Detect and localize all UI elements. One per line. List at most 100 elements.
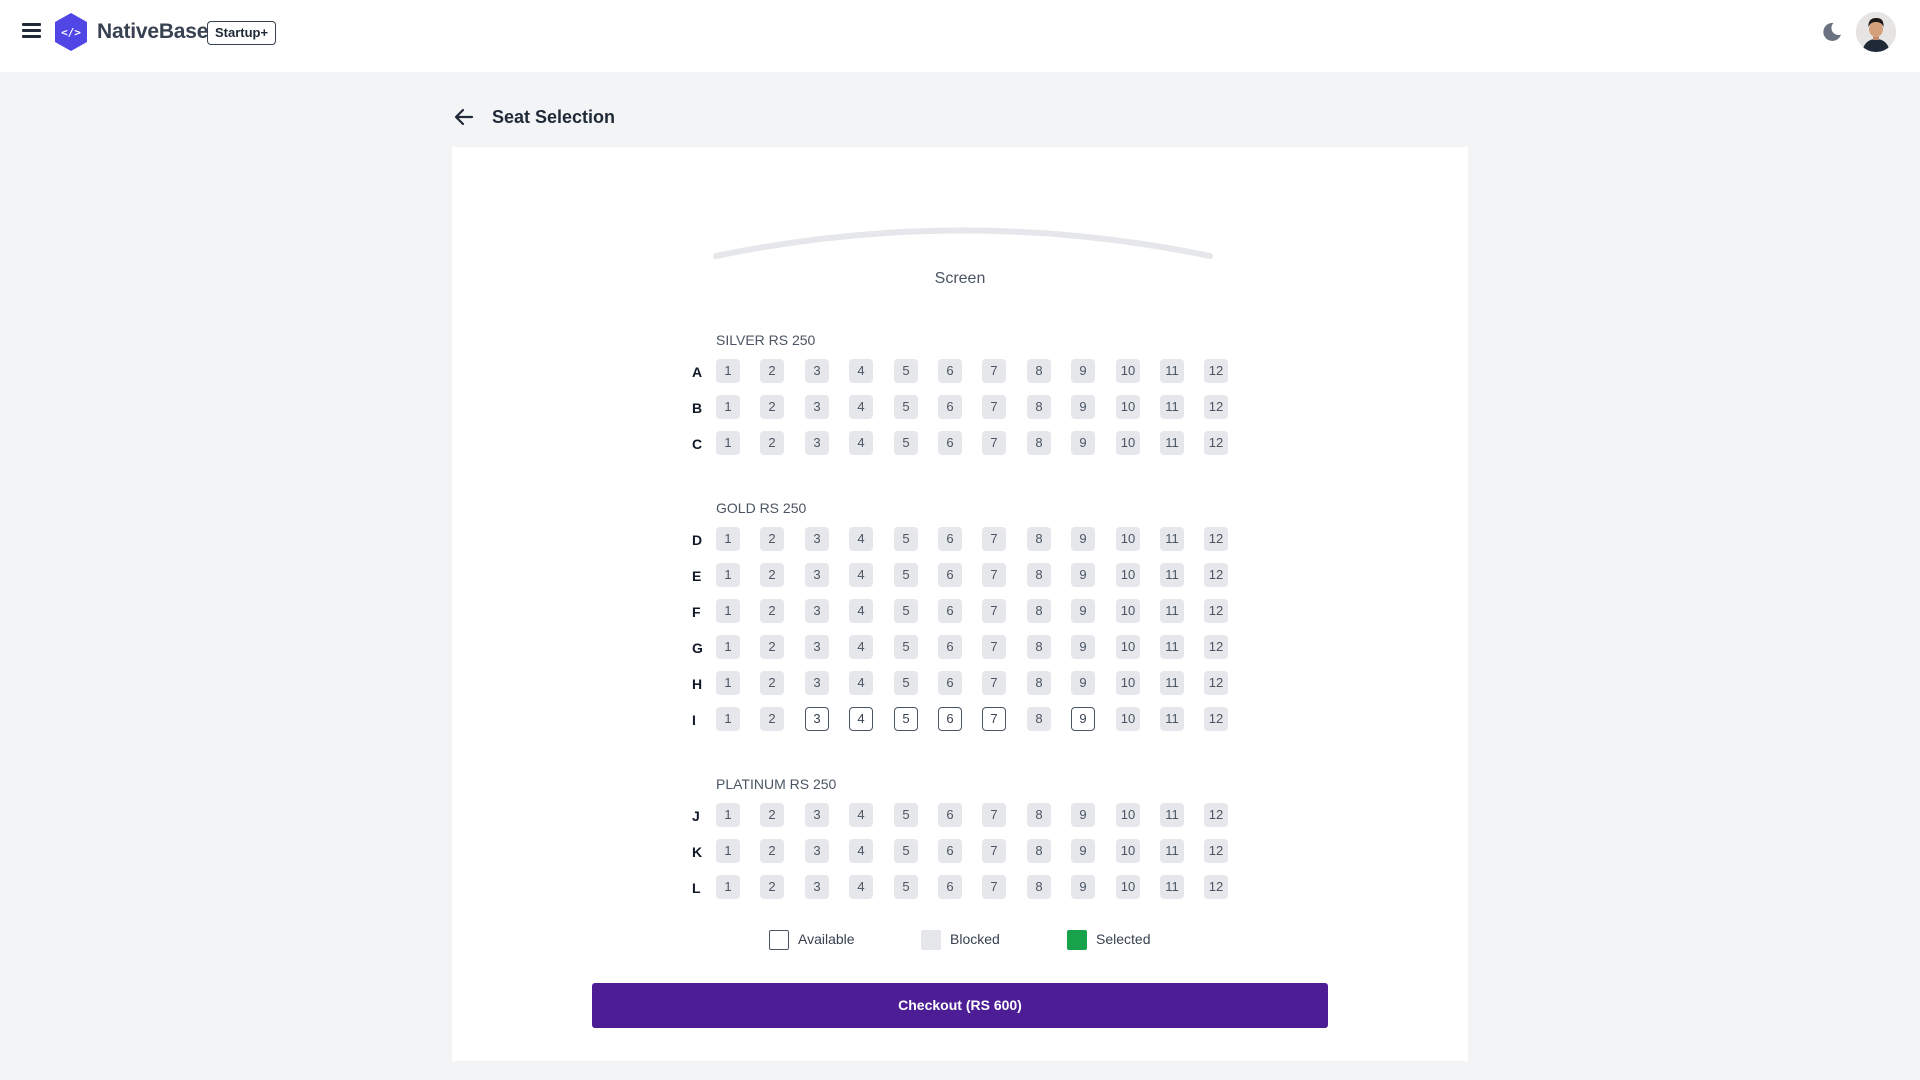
seat-k5[interactable]: 5 — [894, 839, 918, 863]
seat-l4[interactable]: 4 — [849, 875, 873, 899]
seat-l8[interactable]: 8 — [1027, 875, 1051, 899]
seat-l1[interactable]: 1 — [716, 875, 740, 899]
seat-h8[interactable]: 8 — [1027, 671, 1051, 695]
seat-h11[interactable]: 11 — [1160, 671, 1184, 695]
seat-d7[interactable]: 7 — [982, 527, 1006, 551]
seat-i7[interactable]: 7 — [982, 707, 1006, 731]
seat-h2[interactable]: 2 — [760, 671, 784, 695]
back-arrow-icon[interactable] — [452, 105, 476, 129]
seat-b3[interactable]: 3 — [805, 395, 829, 419]
seat-b1[interactable]: 1 — [716, 395, 740, 419]
seat-f5[interactable]: 5 — [894, 599, 918, 623]
seat-e3[interactable]: 3 — [805, 563, 829, 587]
seat-c10[interactable]: 10 — [1116, 431, 1140, 455]
seat-a12[interactable]: 12 — [1204, 359, 1228, 383]
seat-j9[interactable]: 9 — [1071, 803, 1095, 827]
seat-i1[interactable]: 1 — [716, 707, 740, 731]
seat-j7[interactable]: 7 — [982, 803, 1006, 827]
seat-h4[interactable]: 4 — [849, 671, 873, 695]
seat-l11[interactable]: 11 — [1160, 875, 1184, 899]
seat-l6[interactable]: 6 — [938, 875, 962, 899]
seat-a9[interactable]: 9 — [1071, 359, 1095, 383]
seat-a2[interactable]: 2 — [760, 359, 784, 383]
seat-c7[interactable]: 7 — [982, 431, 1006, 455]
seat-k1[interactable]: 1 — [716, 839, 740, 863]
seat-d12[interactable]: 12 — [1204, 527, 1228, 551]
seat-e4[interactable]: 4 — [849, 563, 873, 587]
seat-l5[interactable]: 5 — [894, 875, 918, 899]
seat-j2[interactable]: 2 — [760, 803, 784, 827]
seat-d9[interactable]: 9 — [1071, 527, 1095, 551]
seat-a11[interactable]: 11 — [1160, 359, 1184, 383]
seat-c12[interactable]: 12 — [1204, 431, 1228, 455]
seat-f4[interactable]: 4 — [849, 599, 873, 623]
user-avatar[interactable] — [1856, 12, 1896, 52]
seat-g3[interactable]: 3 — [805, 635, 829, 659]
seat-j8[interactable]: 8 — [1027, 803, 1051, 827]
seat-b5[interactable]: 5 — [894, 395, 918, 419]
seat-l9[interactable]: 9 — [1071, 875, 1095, 899]
seat-f10[interactable]: 10 — [1116, 599, 1140, 623]
seat-e6[interactable]: 6 — [938, 563, 962, 587]
seat-b9[interactable]: 9 — [1071, 395, 1095, 419]
moon-icon[interactable] — [1820, 20, 1844, 44]
seat-j10[interactable]: 10 — [1116, 803, 1140, 827]
seat-c2[interactable]: 2 — [760, 431, 784, 455]
seat-i10[interactable]: 10 — [1116, 707, 1140, 731]
seat-g6[interactable]: 6 — [938, 635, 962, 659]
seat-f12[interactable]: 12 — [1204, 599, 1228, 623]
seat-l10[interactable]: 10 — [1116, 875, 1140, 899]
seat-e11[interactable]: 11 — [1160, 563, 1184, 587]
seat-c9[interactable]: 9 — [1071, 431, 1095, 455]
seat-d1[interactable]: 1 — [716, 527, 740, 551]
seat-k3[interactable]: 3 — [805, 839, 829, 863]
seat-j3[interactable]: 3 — [805, 803, 829, 827]
seat-i3[interactable]: 3 — [805, 707, 829, 731]
seat-k2[interactable]: 2 — [760, 839, 784, 863]
seat-j5[interactable]: 5 — [894, 803, 918, 827]
seat-i5[interactable]: 5 — [894, 707, 918, 731]
seat-l3[interactable]: 3 — [805, 875, 829, 899]
seat-e7[interactable]: 7 — [982, 563, 1006, 587]
seat-j11[interactable]: 11 — [1160, 803, 1184, 827]
seat-k10[interactable]: 10 — [1116, 839, 1140, 863]
seat-d3[interactable]: 3 — [805, 527, 829, 551]
seat-d6[interactable]: 6 — [938, 527, 962, 551]
seat-i12[interactable]: 12 — [1204, 707, 1228, 731]
seat-f2[interactable]: 2 — [760, 599, 784, 623]
seat-g11[interactable]: 11 — [1160, 635, 1184, 659]
seat-h6[interactable]: 6 — [938, 671, 962, 695]
seat-e12[interactable]: 12 — [1204, 563, 1228, 587]
seat-l7[interactable]: 7 — [982, 875, 1006, 899]
seat-d8[interactable]: 8 — [1027, 527, 1051, 551]
seat-i9[interactable]: 9 — [1071, 707, 1095, 731]
seat-b6[interactable]: 6 — [938, 395, 962, 419]
seat-k6[interactable]: 6 — [938, 839, 962, 863]
seat-c8[interactable]: 8 — [1027, 431, 1051, 455]
seat-e9[interactable]: 9 — [1071, 563, 1095, 587]
seat-l2[interactable]: 2 — [760, 875, 784, 899]
seat-h9[interactable]: 9 — [1071, 671, 1095, 695]
seat-a7[interactable]: 7 — [982, 359, 1006, 383]
checkout-button[interactable]: Checkout (RS 600) — [592, 983, 1328, 1028]
seat-j12[interactable]: 12 — [1204, 803, 1228, 827]
seat-a8[interactable]: 8 — [1027, 359, 1051, 383]
seat-h1[interactable]: 1 — [716, 671, 740, 695]
seat-g4[interactable]: 4 — [849, 635, 873, 659]
seat-b12[interactable]: 12 — [1204, 395, 1228, 419]
seat-j1[interactable]: 1 — [716, 803, 740, 827]
seat-b2[interactable]: 2 — [760, 395, 784, 419]
seat-e2[interactable]: 2 — [760, 563, 784, 587]
seat-i6[interactable]: 6 — [938, 707, 962, 731]
seat-l12[interactable]: 12 — [1204, 875, 1228, 899]
seat-g5[interactable]: 5 — [894, 635, 918, 659]
seat-k9[interactable]: 9 — [1071, 839, 1095, 863]
seat-h5[interactable]: 5 — [894, 671, 918, 695]
seat-g12[interactable]: 12 — [1204, 635, 1228, 659]
seat-c3[interactable]: 3 — [805, 431, 829, 455]
seat-k4[interactable]: 4 — [849, 839, 873, 863]
seat-b8[interactable]: 8 — [1027, 395, 1051, 419]
seat-c5[interactable]: 5 — [894, 431, 918, 455]
seat-f8[interactable]: 8 — [1027, 599, 1051, 623]
seat-h10[interactable]: 10 — [1116, 671, 1140, 695]
